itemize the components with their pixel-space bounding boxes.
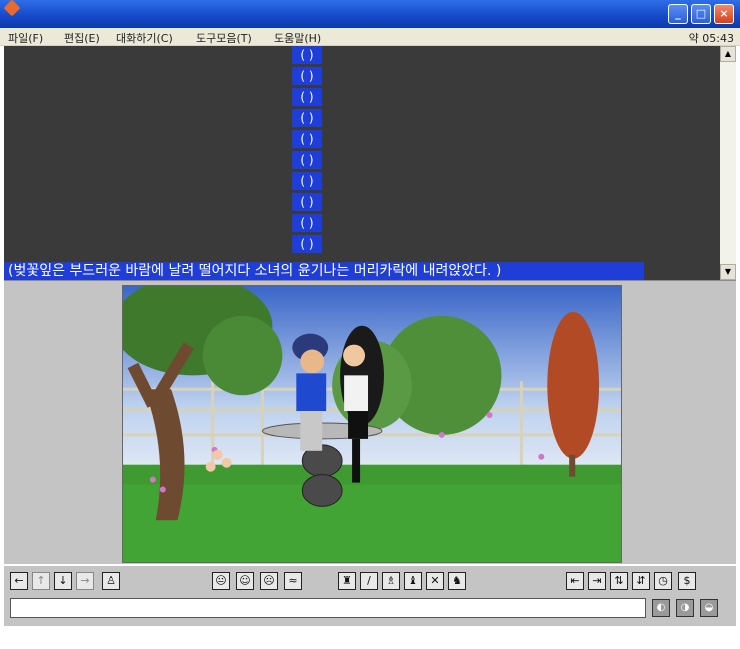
sort-up-button[interactable]: ⇅ — [610, 572, 628, 590]
chat-bubble-line: ( ) — [292, 193, 322, 211]
chat-bubble-line: ( ) — [292, 214, 322, 232]
scroll-down-icon[interactable]: ▼ — [720, 264, 736, 280]
chat-log[interactable]: ( ) ( ) ( ) ( ) ( ) ( ) ( ) ( ) ( ) ( ) … — [4, 46, 720, 280]
garden-scene[interactable] — [122, 285, 622, 563]
menu-tools[interactable]: 도구모음(T) — [196, 30, 252, 46]
exit-left-button[interactable]: ⇤ — [566, 572, 584, 590]
pose-4-button[interactable]: ♝ — [404, 572, 422, 590]
chat-bubble-line: ( ) — [292, 235, 322, 253]
title-bar: _ □ × — [0, 0, 740, 28]
face-neutral-button[interactable]: 😐 — [212, 572, 230, 590]
menu-file[interactable]: 파일(F) — [8, 30, 43, 46]
red-tree-trunk — [569, 454, 576, 477]
scroll-up-icon[interactable]: ▲ — [720, 46, 736, 62]
input-row: ◐ ◑ ◒ — [4, 594, 736, 626]
sort-down-button[interactable]: ⇵ — [632, 572, 650, 590]
face-smile-button[interactable]: ☺ — [236, 572, 254, 590]
send-say-button[interactable]: ◐ — [652, 599, 670, 617]
close-button[interactable]: × — [714, 4, 734, 24]
chat-bubble-line: ( ) — [292, 130, 322, 148]
red-tree — [547, 311, 600, 459]
stand-button[interactable]: ♙ — [102, 572, 120, 590]
chat-bubble-line: ( ) — [292, 88, 322, 106]
chat-scrollbar[interactable]: ▲ ▼ — [720, 46, 736, 280]
money-icon[interactable]: $ — [678, 572, 696, 590]
menu-edit[interactable]: 편집(E) — [64, 30, 100, 46]
move-right-button[interactable]: → — [76, 572, 94, 590]
face-sad-button[interactable]: ☹ — [260, 572, 278, 590]
maximize-button[interactable]: □ — [691, 4, 711, 24]
face-angry-button[interactable]: ≈ — [284, 572, 302, 590]
pose-1-button[interactable]: ♜ — [338, 572, 356, 590]
chat-input[interactable] — [10, 598, 646, 618]
pose-3-button[interactable]: ♗ — [382, 572, 400, 590]
move-up-button[interactable]: ↑ — [32, 572, 50, 590]
stage-area — [4, 280, 736, 564]
move-down-button[interactable]: ↓ — [54, 572, 72, 590]
pose-2-button[interactable]: / — [360, 572, 378, 590]
chat-bubble-line: ( ) — [292, 172, 322, 190]
chat-bubble-line: ( ) — [292, 67, 322, 85]
send-shout-button[interactable]: ◒ — [700, 599, 718, 617]
pose-5-button[interactable]: ✕ — [426, 572, 444, 590]
send-think-button[interactable]: ◑ — [676, 599, 694, 617]
menu-bar: 파일(F) 편집(E) 대화하기(C) 도구모음(T) 도움말(H) 약 05:… — [0, 28, 740, 46]
app-icon — [3, 0, 21, 17]
grass-light — [123, 484, 621, 562]
narration-line: (벚꽃잎은 부드러운 바람에 날려 떨어지다 소녀의 윤기나는 머리카락에 내려… — [4, 262, 644, 280]
chat-bubble-line: ( ) — [292, 151, 322, 169]
action-toolbar: ← ↑ ↓ → ♙ 😐 ☺ ☹ ≈ ♜ / ♗ ♝ ✕ ♞ ⇤ ⇥ ⇅ ⇵ ◷ … — [4, 566, 736, 594]
menu-chat[interactable]: 대화하기(C) — [116, 30, 173, 46]
chat-bubble-line: ( ) — [292, 109, 322, 127]
chat-bubble-line: ( ) — [292, 46, 322, 64]
clock-text: 약 05:43 — [688, 32, 734, 45]
exit-right-button[interactable]: ⇥ — [588, 572, 606, 590]
bush — [202, 315, 283, 396]
bottom-strip — [0, 626, 740, 649]
move-left-button[interactable]: ← — [10, 572, 28, 590]
pose-6-button[interactable]: ♞ — [448, 572, 466, 590]
clock-icon[interactable]: ◷ — [654, 572, 672, 590]
menu-help[interactable]: 도움말(H) — [274, 30, 321, 46]
minimize-button[interactable]: _ — [668, 4, 688, 24]
